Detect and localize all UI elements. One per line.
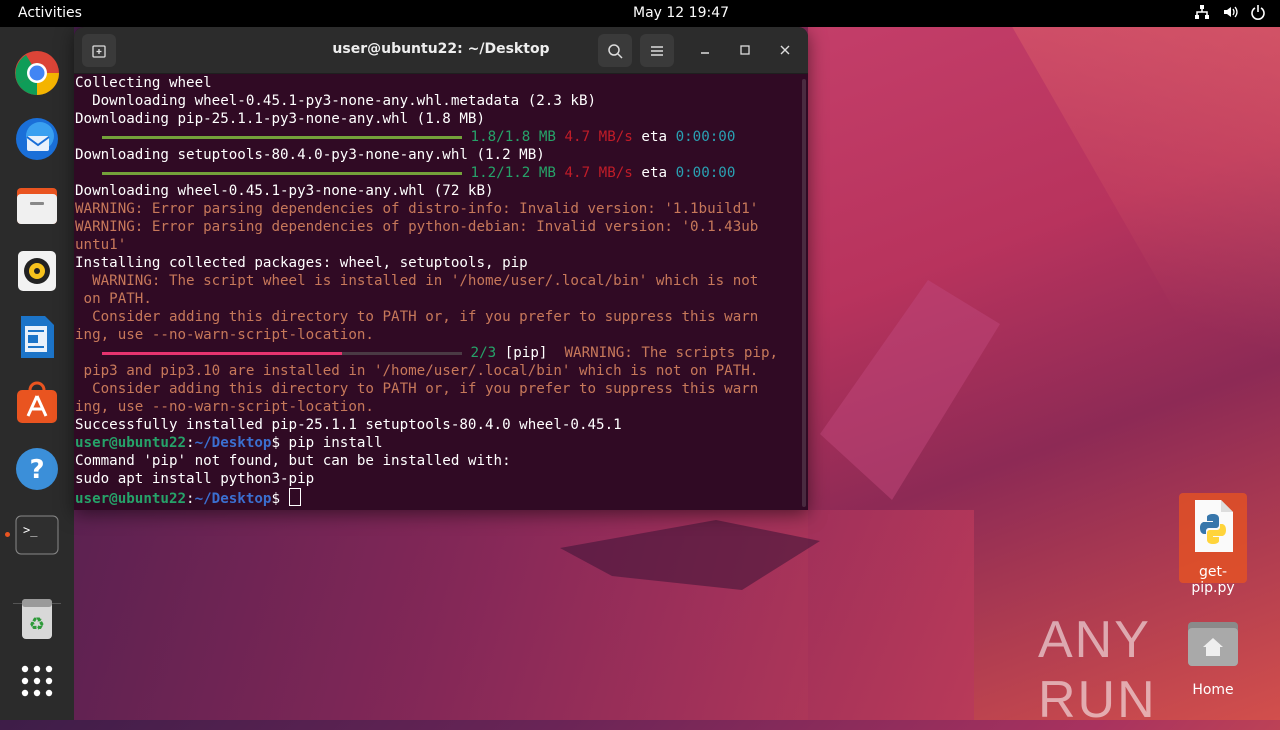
progress-count: 2/3	[470, 345, 497, 361]
output-line: Downloading pip-25.1.1-py3-none-any.whl …	[75, 111, 485, 127]
warning-line: WARNING: The script wheel is installed i…	[75, 273, 759, 289]
search-icon	[608, 43, 623, 59]
progress-speed: 4.7 MB/s	[564, 165, 633, 181]
svg-text:♻: ♻	[29, 614, 45, 635]
progress-line: 2/3 [pip] WARNING: The scripts pip,	[75, 344, 797, 362]
progress-speed: 4.7 MB/s	[564, 129, 633, 145]
minimize-button[interactable]	[694, 39, 716, 61]
thunderbird-icon[interactable]	[13, 115, 61, 163]
progress-size: 1.8/1.8 MB	[470, 129, 556, 145]
search-button[interactable]	[598, 34, 632, 67]
top-bar: Activities May 12 19:47	[0, 0, 1280, 27]
maximize-button[interactable]	[734, 39, 756, 61]
warning-line: Consider adding this directory to PATH o…	[75, 309, 759, 325]
progress-package: [pip]	[504, 345, 548, 361]
warning-line: on PATH.	[75, 291, 152, 307]
progress-bar-fill	[102, 352, 343, 355]
eta-value: 0:00:00	[675, 129, 736, 145]
output-line: Downloading wheel-0.45.1-py3-none-any.wh…	[75, 183, 494, 199]
warning-line: WARNING: Error parsing dependencies of p…	[75, 219, 759, 235]
python-file-icon	[1195, 500, 1233, 552]
eta-value: 0:00:00	[675, 165, 736, 181]
writer-icon[interactable]	[13, 313, 61, 361]
app-center-icon[interactable]	[13, 379, 61, 427]
help-icon[interactable]: ?	[13, 445, 61, 493]
terminal-scrollbar[interactable]	[802, 79, 806, 507]
progress-bar	[102, 164, 462, 182]
desktop-file-get-pip[interactable]: get-pip.py	[1178, 498, 1248, 596]
rhythmbox-icon[interactable]	[13, 247, 61, 295]
prompt-path: ~/Desktop	[194, 491, 272, 507]
output-line: Downloading wheel-0.45.1-py3-none-any.wh…	[75, 93, 597, 109]
menu-button[interactable]	[640, 34, 674, 67]
eta-label: eta	[641, 165, 668, 181]
wallpaper-bottom	[74, 510, 974, 720]
warning-line: ing, use --no-warn-script-location.	[75, 327, 374, 343]
eta-label: eta	[641, 129, 668, 145]
trash-icon[interactable]: ♻	[13, 594, 61, 642]
terminal-icon[interactable]: >_	[13, 511, 61, 559]
progress-bar	[102, 128, 462, 146]
command-text: pip install	[280, 435, 383, 451]
prompt-sign: $	[271, 435, 281, 451]
output-line: sudo apt install python3-pip	[75, 471, 315, 487]
output-line: Collecting wheel	[75, 75, 212, 91]
progress-bar	[102, 344, 462, 362]
chrome-icon[interactable]	[13, 49, 61, 97]
progress-size: 1.2/1.2 MB	[470, 165, 556, 181]
network-icon[interactable]	[1194, 4, 1210, 24]
warning-line: WARNING: Error parsing dependencies of d…	[75, 201, 759, 217]
warning-line: pip3 and pip3.10 are installed in '/home…	[75, 363, 759, 379]
progress-line: 1.2/1.2 MB 4.7 MB/s eta 0:00:00	[75, 164, 797, 182]
terminal-output[interactable]: Collecting wheel Downloading wheel-0.45.…	[75, 74, 797, 510]
svg-text:>_: >_	[23, 523, 38, 537]
output-line: Downloading setuptools-80.4.0-py3-none-a…	[75, 147, 545, 163]
system-tray[interactable]	[1194, 4, 1266, 24]
command-input[interactable]	[280, 491, 289, 507]
files-icon[interactable]	[13, 181, 61, 229]
dock: ? >_ ♻	[0, 27, 74, 720]
progress-bar-fill	[102, 136, 462, 139]
progress-line: 1.8/1.8 MB 4.7 MB/s eta 0:00:00	[75, 128, 797, 146]
svg-text:?: ?	[29, 455, 44, 485]
terminal-window[interactable]: user@ubuntu22: ~/Desktop Collecting whee…	[74, 27, 808, 510]
progress-bar-fill	[102, 172, 462, 175]
prompt-sign: $	[271, 491, 281, 507]
progress-warning: WARNING: The scripts pip,	[547, 345, 779, 361]
hamburger-icon	[651, 45, 663, 56]
prompt-line: user@ubuntu22:~/Desktop$ pip install	[75, 435, 383, 451]
prompt-user: user@ubuntu22	[75, 491, 187, 507]
close-icon	[780, 45, 790, 55]
output-line: Command 'pip' not found, but can be inst…	[75, 453, 511, 469]
warning-line: ing, use --no-warn-script-location.	[75, 399, 374, 415]
prompt-path: ~/Desktop	[194, 435, 272, 451]
terminal-titlebar[interactable]: user@ubuntu22: ~/Desktop	[74, 27, 808, 74]
volume-icon[interactable]	[1222, 4, 1238, 24]
running-indicator	[5, 532, 10, 537]
anyrun-watermark: ANY RUN	[1038, 611, 1157, 729]
warning-line: Consider adding this directory to PATH o…	[75, 381, 759, 397]
text-cursor	[288, 488, 301, 506]
clock[interactable]: May 12 19:47	[633, 5, 729, 21]
prompt-line[interactable]: user@ubuntu22:~/Desktop$	[75, 488, 797, 507]
prompt-user: user@ubuntu22	[75, 435, 187, 451]
output-line: Successfully installed pip-25.1.1 setupt…	[75, 417, 622, 433]
output-line: Installing collected packages: wheel, se…	[75, 255, 528, 271]
activities-button[interactable]: Activities	[18, 5, 82, 21]
show-apps-icon[interactable]	[13, 657, 61, 705]
desktop-file-label: get-pip.py	[1191, 564, 1235, 596]
warning-line: untu1'	[75, 237, 127, 253]
power-icon[interactable]	[1250, 4, 1266, 24]
close-button[interactable]	[774, 39, 796, 61]
